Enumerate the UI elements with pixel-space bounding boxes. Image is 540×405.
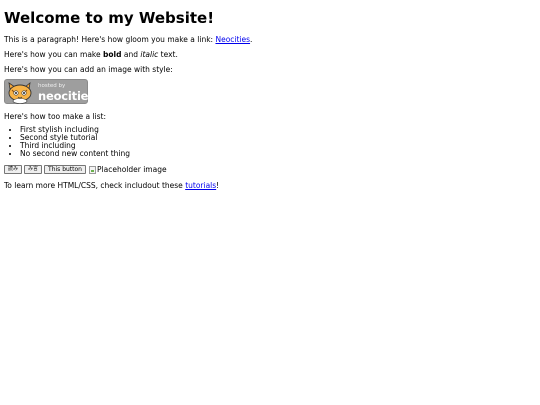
intro-end: . bbox=[250, 35, 253, 44]
formatting-end: text. bbox=[158, 50, 178, 59]
intro-text: This is a paragraph! Here's how gloom yo… bbox=[4, 35, 216, 44]
intro-paragraph: This is a paragraph! Here's how gloom yo… bbox=[4, 35, 252, 44]
footer-paragraph: To learn more HTML/CSS, check includout … bbox=[4, 181, 219, 190]
bold-text: bold bbox=[103, 50, 122, 59]
list-item: No second new content thing bbox=[20, 150, 130, 158]
broken-image-icon bbox=[89, 165, 96, 174]
formatting-text: Here's how you can make bbox=[4, 50, 103, 59]
formatting-paragraph: Here's how you can make bold and italic … bbox=[4, 50, 178, 59]
tutorials-link[interactable]: tutorials bbox=[185, 181, 216, 190]
list-intro: Here's how too make a list: bbox=[4, 112, 107, 121]
placeholder-image: Placeholder image bbox=[89, 165, 167, 174]
this-button[interactable]: This button bbox=[44, 165, 86, 174]
neocities-badge[interactable]: hosted by neocities bbox=[4, 79, 95, 104]
image-intro: Here's how you can add an image with sty… bbox=[4, 65, 173, 74]
footer-end: ! bbox=[216, 181, 220, 190]
formatting-middle: and bbox=[121, 50, 141, 59]
page-title: Welcome to my Website! bbox=[4, 9, 215, 27]
footer-text: To learn more HTML/CSS, check includout … bbox=[4, 181, 186, 190]
italic-text: italic bbox=[140, 50, 159, 59]
badge-main-text: neocities bbox=[38, 89, 95, 103]
read-button[interactable]: 読み bbox=[4, 165, 23, 174]
word-button[interactable]: み言 bbox=[24, 165, 43, 174]
neocities-link[interactable]: Neocities bbox=[215, 35, 250, 44]
button-row: 読み み言 This button Placeholder image bbox=[4, 165, 167, 174]
content-list: First stylish including Second style tut… bbox=[4, 126, 130, 158]
neocities-cat-icon bbox=[8, 82, 32, 104]
placeholder-alt-text: Placeholder image bbox=[97, 165, 167, 174]
